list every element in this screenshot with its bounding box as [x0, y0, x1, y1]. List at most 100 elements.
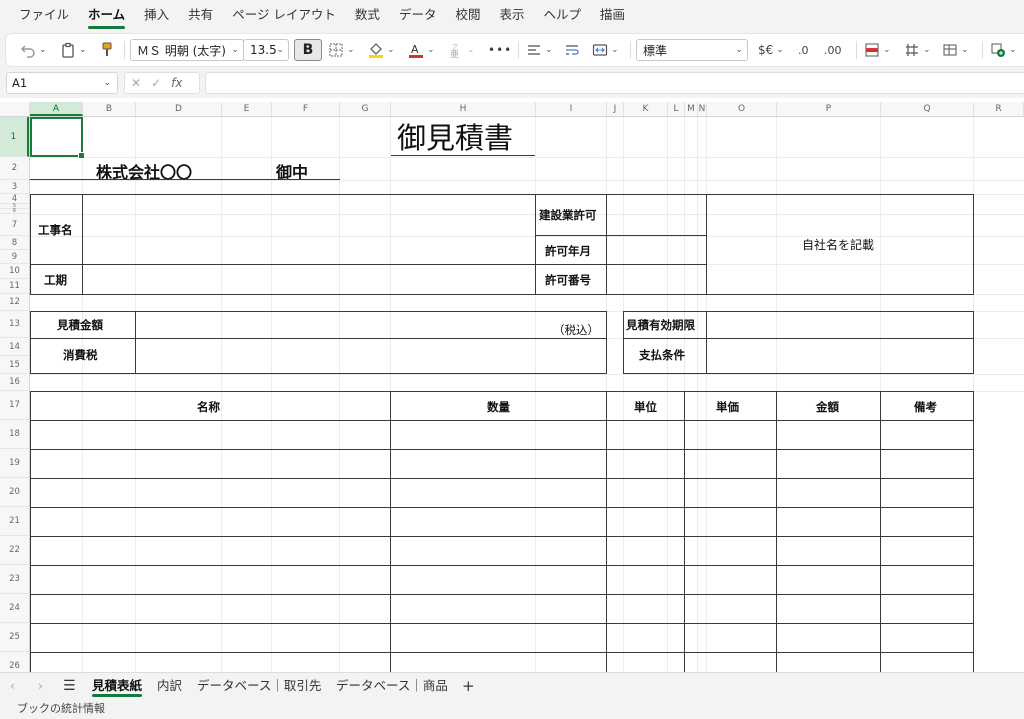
font-name-select[interactable]: ＭＳ 明朝 (太字) ⌄: [130, 39, 244, 61]
border: [30, 264, 706, 265]
tab-page-layout[interactable]: ページ レイアウト: [232, 0, 336, 32]
chevron-down-icon: ⌄: [276, 45, 284, 55]
decrease-decimal-button[interactable]: .00: [824, 34, 842, 66]
column-header-h[interactable]: H: [391, 102, 536, 116]
formula-input[interactable]: [205, 72, 1024, 94]
column-header-e[interactable]: E: [222, 102, 272, 116]
column-header-i[interactable]: I: [536, 102, 607, 116]
sheet-tab-breakdown[interactable]: 内訳: [157, 673, 182, 699]
column-header-o[interactable]: O: [707, 102, 777, 116]
column-header-j[interactable]: J: [607, 102, 624, 116]
sheet-tab-db-clients[interactable]: データベース｜取引先: [197, 673, 321, 699]
row-header-8[interactable]: 8: [0, 236, 29, 250]
font-color-button[interactable]: A ⌄: [408, 34, 435, 66]
tab-draw[interactable]: 描画: [600, 0, 625, 32]
row-header-19[interactable]: 19: [0, 449, 29, 478]
active-cell-a1[interactable]: [30, 117, 85, 159]
font-size-select[interactable]: 13.5 ⌄: [243, 39, 289, 61]
currency-icon: $€: [758, 43, 774, 57]
row-header-9[interactable]: 9: [0, 250, 29, 264]
row-header-10[interactable]: 10: [0, 264, 29, 279]
merge-button[interactable]: ⌄: [592, 34, 619, 66]
next-sheet-icon[interactable]: ›: [38, 673, 43, 699]
tab-help[interactable]: ヘルプ: [543, 0, 581, 32]
prev-sheet-icon[interactable]: ‹: [10, 673, 15, 699]
increase-decimal-button[interactable]: .0: [798, 34, 809, 66]
number-format-select[interactable]: 標準 ⌄: [636, 39, 748, 61]
row-header-13[interactable]: 13: [0, 311, 29, 338]
border: [880, 391, 881, 672]
workbook-statistics[interactable]: ブックの統計情報: [17, 702, 105, 715]
name-box[interactable]: A1 ⌄: [6, 72, 118, 94]
row-header-25[interactable]: 25: [0, 623, 29, 652]
row-header-20[interactable]: 20: [0, 478, 29, 507]
select-all-corner[interactable]: [0, 102, 30, 116]
phonetic-button[interactable]: ア亜 ⌄: [448, 34, 475, 66]
column-header-d[interactable]: D: [136, 102, 222, 116]
format-painter-button[interactable]: [100, 34, 114, 66]
row-header-21[interactable]: 21: [0, 507, 29, 536]
row-header-11[interactable]: 11: [0, 279, 29, 294]
sheet-tab-db-products[interactable]: データベース｜商品: [336, 673, 448, 699]
conditional-format-icon: [865, 43, 879, 57]
row-header-24[interactable]: 24: [0, 594, 29, 623]
table-header-quantity: 数量: [487, 400, 510, 414]
row-header-15[interactable]: 15: [0, 356, 29, 374]
borders-button[interactable]: ⌄: [328, 34, 355, 66]
tab-file[interactable]: ファイル: [19, 0, 69, 32]
tab-home[interactable]: ホーム: [88, 0, 126, 32]
row-header-7[interactable]: 7: [0, 214, 29, 236]
column-header-k[interactable]: K: [624, 102, 668, 116]
validity-label: 見積有効期限: [626, 318, 695, 332]
confirm-icon[interactable]: ✓: [151, 76, 161, 90]
payment-terms-label: 支払条件: [639, 348, 685, 362]
cancel-icon[interactable]: ✕: [131, 76, 141, 90]
insert-cells-button[interactable]: ⌄: [990, 34, 1017, 66]
column-header-a[interactable]: A: [30, 102, 83, 116]
column-header-f[interactable]: F: [272, 102, 340, 116]
column-header-r[interactable]: R: [974, 102, 1024, 116]
row-header-17[interactable]: 17: [0, 391, 29, 420]
conditional-format-button[interactable]: ⌄: [864, 34, 891, 66]
cell-grid[interactable]: 御見積書 株式会社〇〇 御中 工事名 工期 建設業許可 許可年月 許可番号 自社…: [30, 117, 1024, 672]
more-button[interactable]: •••: [488, 34, 512, 66]
cell-styles-button[interactable]: ⌄: [942, 34, 969, 66]
add-sheet-button[interactable]: +: [462, 673, 475, 699]
column-header-m[interactable]: M: [685, 102, 698, 116]
tab-formulas[interactable]: 数式: [355, 0, 380, 32]
paste-button[interactable]: ⌄: [60, 34, 87, 66]
align-button[interactable]: ⌄: [526, 34, 553, 66]
row-header-16[interactable]: 16: [0, 374, 29, 391]
row-header-18[interactable]: 18: [0, 420, 29, 449]
insert-function-button[interactable]: fx: [171, 76, 182, 90]
bold-button[interactable]: B: [294, 39, 322, 61]
row-header-14[interactable]: 14: [0, 338, 29, 356]
gridline: [30, 157, 1024, 158]
row-header-2[interactable]: 2: [0, 157, 29, 180]
tab-share[interactable]: 共有: [188, 0, 213, 32]
fill-color-button[interactable]: ⌄: [368, 34, 395, 66]
column-header-g[interactable]: G: [340, 102, 391, 116]
row-header-1[interactable]: 1: [0, 117, 29, 157]
column-header-l[interactable]: L: [668, 102, 685, 116]
border: [973, 194, 974, 295]
undo-button[interactable]: ⌄: [20, 34, 47, 66]
tab-data[interactable]: データ: [399, 0, 437, 32]
all-sheets-menu-icon[interactable]: ☰: [63, 673, 76, 699]
tab-insert[interactable]: 挿入: [144, 0, 169, 32]
sheet-tab-estimate-cover[interactable]: 見積表紙: [92, 673, 143, 699]
border: [30, 507, 974, 508]
row-header-3[interactable]: 3: [0, 180, 29, 194]
column-header-p[interactable]: P: [777, 102, 881, 116]
column-header-q[interactable]: Q: [881, 102, 974, 116]
row-header-12[interactable]: 12: [0, 294, 29, 311]
currency-button[interactable]: $€ ⌄: [758, 34, 784, 66]
tab-review[interactable]: 校閲: [455, 0, 480, 32]
tab-view[interactable]: 表示: [499, 0, 524, 32]
format-as-table-button[interactable]: ⌄: [904, 34, 931, 66]
row-header-23[interactable]: 23: [0, 565, 29, 594]
column-header-n[interactable]: N: [698, 102, 707, 116]
wrap-text-button[interactable]: [564, 34, 580, 66]
column-header-b[interactable]: B: [83, 102, 136, 116]
row-header-22[interactable]: 22: [0, 536, 29, 565]
